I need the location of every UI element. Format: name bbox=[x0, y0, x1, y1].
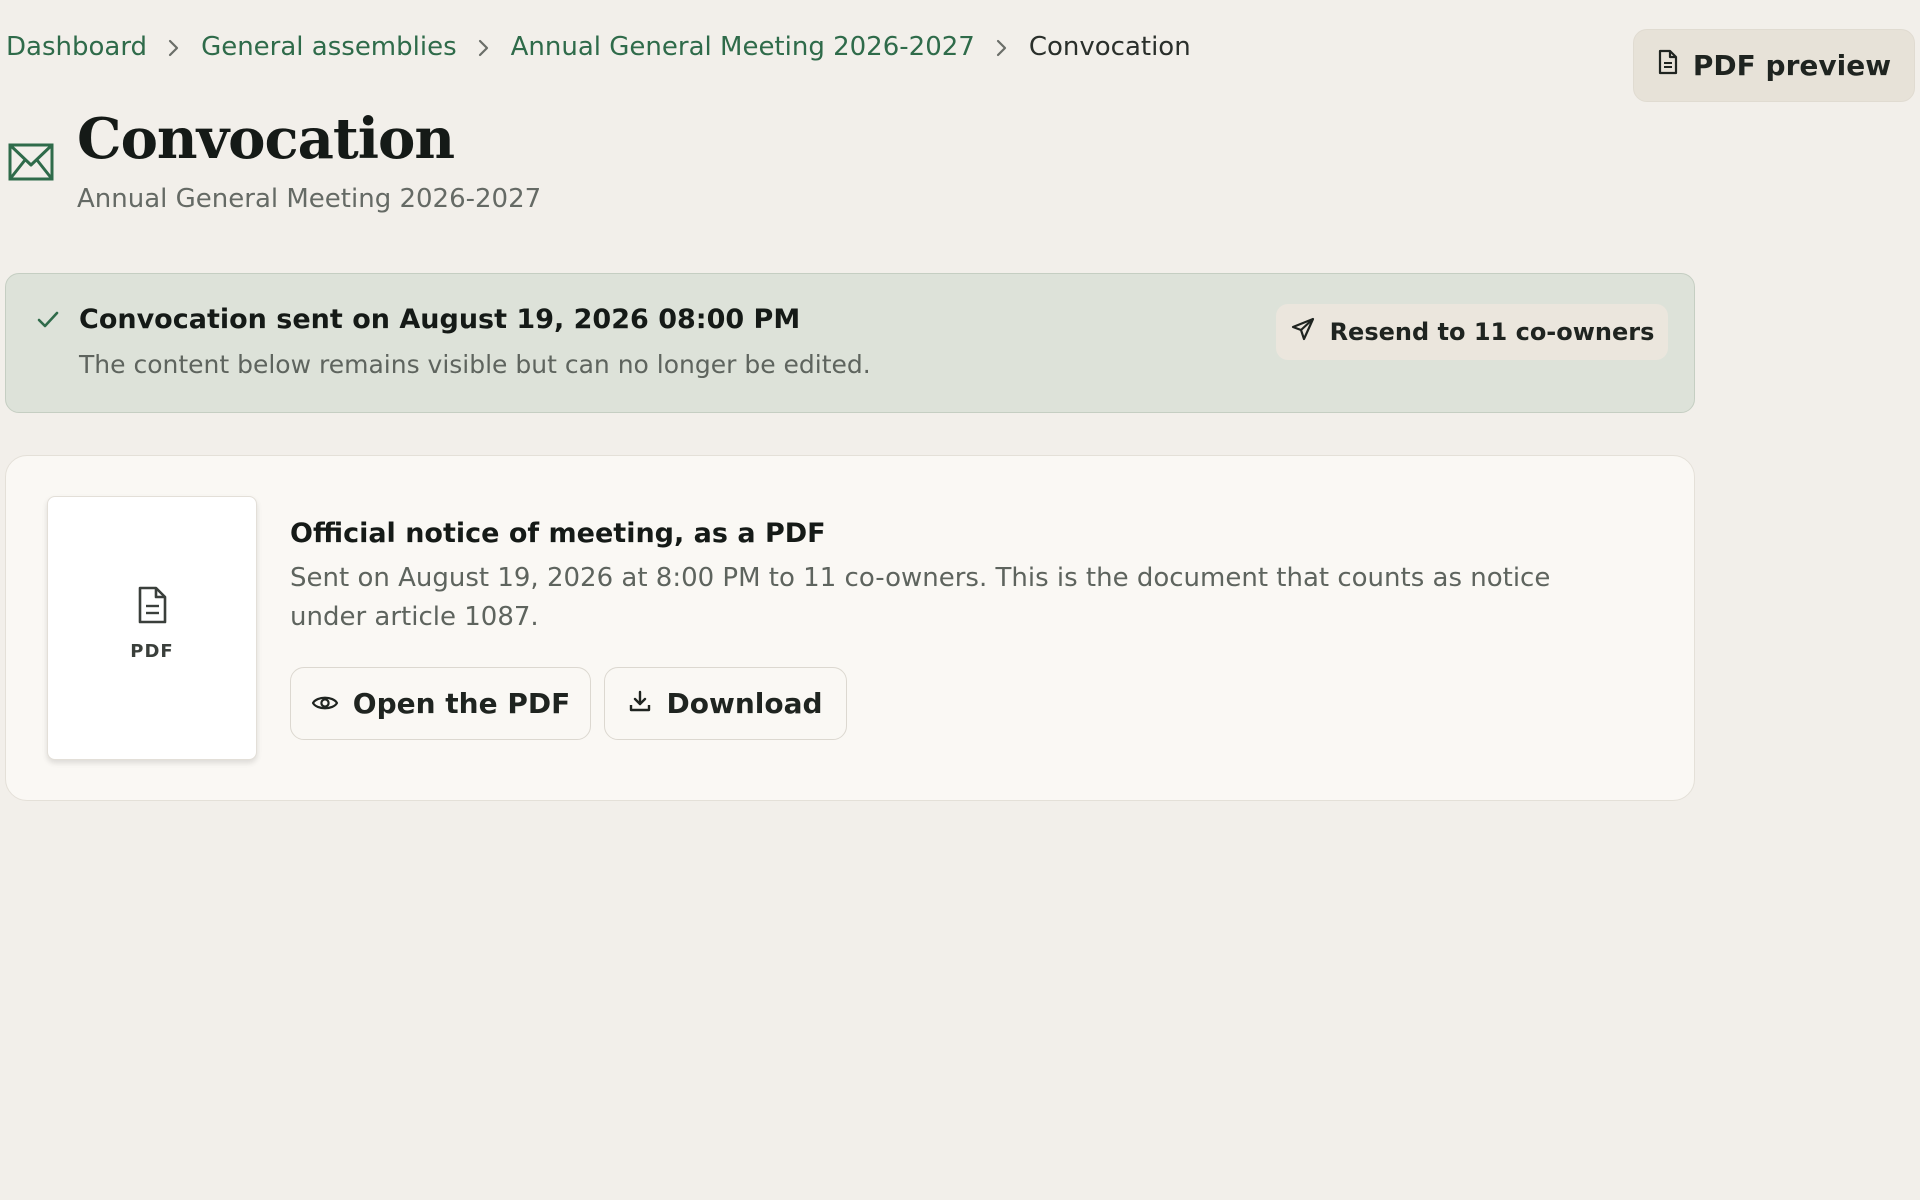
pdf-thumbnail[interactable]: PDF bbox=[47, 496, 257, 760]
resend-button[interactable]: Resend to 11 co-owners bbox=[1276, 304, 1668, 360]
chevron-right-icon bbox=[147, 30, 201, 64]
download-label: Download bbox=[666, 687, 823, 720]
chevron-right-icon bbox=[457, 30, 511, 64]
open-pdf-button[interactable]: Open the PDF bbox=[290, 667, 591, 740]
pdf-preview-label: PDF preview bbox=[1692, 49, 1892, 82]
sent-status-banner: Convocation sent on August 19, 2026 08:0… bbox=[5, 273, 1695, 413]
send-icon bbox=[1290, 316, 1316, 348]
check-icon bbox=[34, 306, 62, 334]
page: Dashboard General assemblies Annual Gene… bbox=[0, 0, 1920, 1200]
document-icon bbox=[134, 585, 170, 625]
page-title: Convocation bbox=[77, 106, 455, 172]
breadcrumb: Dashboard General assemblies Annual Gene… bbox=[6, 30, 1191, 64]
eye-icon bbox=[311, 687, 339, 720]
pdf-thumbnail-label: PDF bbox=[130, 641, 174, 662]
breadcrumb-current: Convocation bbox=[1028, 32, 1191, 62]
pdf-preview-button[interactable]: PDF preview bbox=[1633, 29, 1915, 102]
resend-label: Resend to 11 co-owners bbox=[1329, 318, 1655, 346]
document-icon bbox=[1657, 49, 1679, 82]
envelope-icon bbox=[8, 143, 54, 181]
breadcrumb-link-dashboard[interactable]: Dashboard bbox=[6, 30, 147, 64]
breadcrumb-link-annual-meeting[interactable]: Annual General Meeting 2026-2027 bbox=[511, 30, 975, 64]
download-icon bbox=[628, 687, 652, 720]
banner-text: The content below remains visible but ca… bbox=[79, 350, 871, 379]
open-pdf-label: Open the PDF bbox=[352, 687, 571, 720]
document-card: PDF Official notice of meeting, as a PDF… bbox=[5, 455, 1695, 801]
chevron-right-icon bbox=[975, 30, 1029, 64]
download-button[interactable]: Download bbox=[604, 667, 847, 740]
banner-title: Convocation sent on August 19, 2026 08:0… bbox=[79, 304, 801, 335]
document-title: Official notice of meeting, as a PDF bbox=[290, 518, 826, 549]
page-subtitle: Annual General Meeting 2026-2027 bbox=[77, 184, 542, 214]
breadcrumb-link-general-assemblies[interactable]: General assemblies bbox=[201, 30, 457, 64]
document-description: Sent on August 19, 2026 at 8:00 PM to 11… bbox=[290, 563, 1551, 632]
